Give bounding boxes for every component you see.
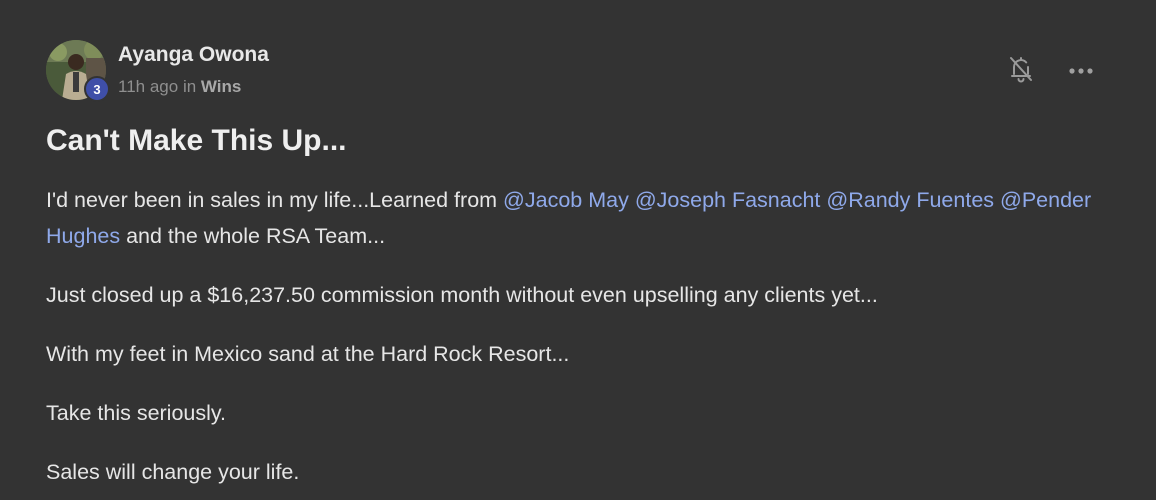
mention-jacob-may[interactable]: @Jacob May bbox=[503, 188, 629, 212]
post-time: 11h ago bbox=[118, 77, 179, 96]
post-title: Can't Make This Up... bbox=[46, 124, 347, 157]
post-paragraph: Take this seriously. bbox=[46, 401, 227, 425]
post-meta: 11h ago in Wins bbox=[118, 77, 241, 97]
post-paragraph: Sales will change your life. bbox=[46, 460, 300, 484]
author-avatar-wrapper[interactable]: 3 bbox=[46, 40, 110, 102]
level-badge: 3 bbox=[84, 76, 110, 102]
post-card: 3 Ayanga Owona 11h ago in Wins Can't Mak… bbox=[0, 0, 1156, 500]
more-options-button[interactable] bbox=[1065, 55, 1097, 87]
paragraph-text: I'd never been in sales in my life...Lea… bbox=[46, 188, 504, 212]
bell-off-icon bbox=[1008, 55, 1034, 88]
paragraph-text: and the whole RSA Team... bbox=[120, 224, 386, 248]
post-paragraph: I'd never been in sales in my life...Lea… bbox=[46, 182, 1106, 254]
mute-notifications-button[interactable] bbox=[1005, 55, 1037, 87]
author-name[interactable]: Ayanga Owona bbox=[118, 43, 269, 67]
post-body: I'd never been in sales in my life...Lea… bbox=[46, 182, 1106, 500]
more-horizontal-icon bbox=[1068, 62, 1094, 80]
mention-randy-fuentes[interactable]: @Randy Fuentes bbox=[826, 188, 994, 212]
in-label: in bbox=[182, 77, 197, 96]
post-paragraph: With my feet in Mexico sand at the Hard … bbox=[46, 342, 570, 366]
post-paragraph: Just closed up a $16,237.50 commission m… bbox=[46, 283, 878, 307]
mention-joseph-fasnacht[interactable]: @Joseph Fasnacht bbox=[635, 188, 821, 212]
category-link[interactable]: Wins bbox=[201, 77, 241, 96]
